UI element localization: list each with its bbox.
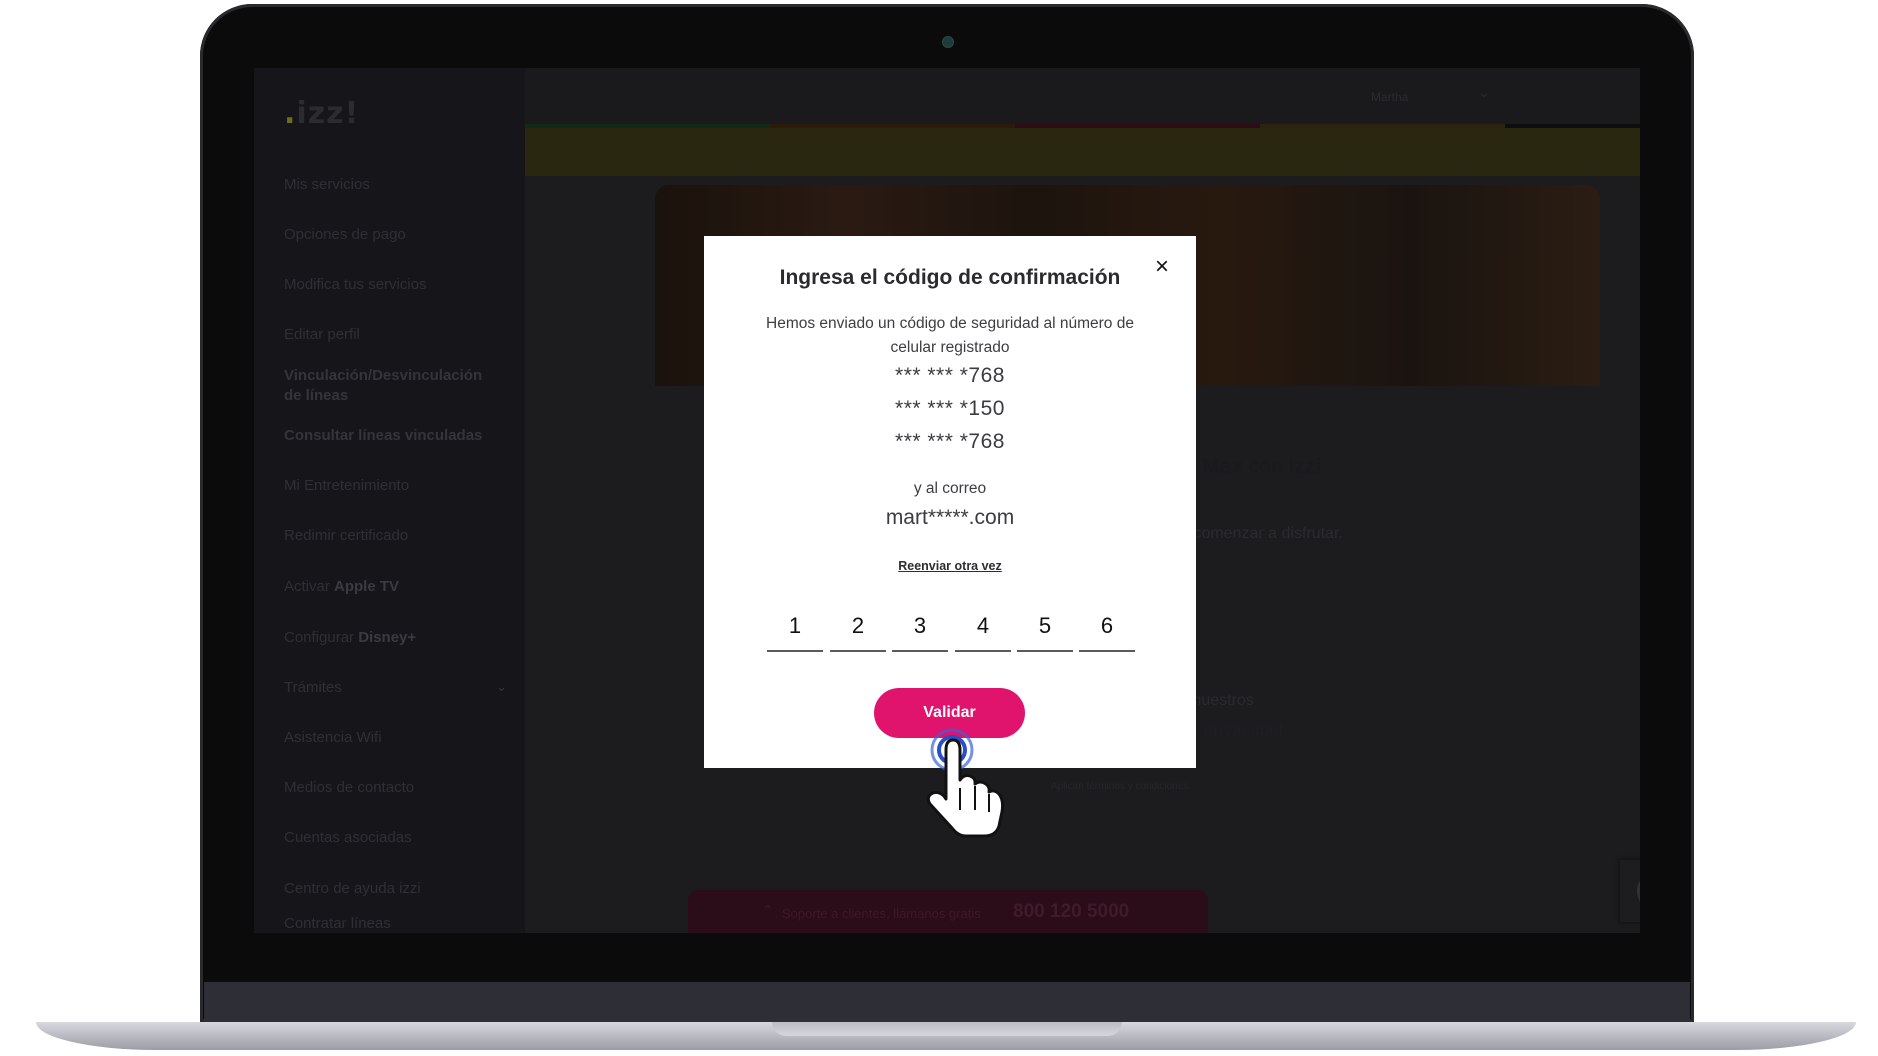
sidebar-item-contratar-lineas[interactable]: Contratar líneas	[284, 915, 391, 932]
privacy-link[interactable]: de privacidad.	[1180, 722, 1288, 740]
code-digit-input[interactable]	[955, 602, 1011, 652]
support-phone[interactable]: 800 120 5000	[1013, 901, 1129, 923]
izzi-logo[interactable]: .izz!	[284, 96, 359, 131]
code-digit-input[interactable]	[1079, 602, 1135, 652]
support-bar[interactable]: ⌃ Soporte a clientes, llámanos gratis 80…	[688, 890, 1208, 933]
resend-link[interactable]: Reenviar otra vez	[704, 559, 1196, 573]
page-text: y comenzar a disfrutar.	[1181, 525, 1343, 542]
mail-label: y al correo	[913, 480, 987, 497]
sidebar-item-centro-ayuda[interactable]: Centro de ayuda izzi	[284, 880, 421, 897]
notice-band	[525, 128, 1640, 176]
page-heading: O Max con izzi	[1180, 455, 1322, 478]
sidebar-item-consultar-lineas[interactable]: Consultar líneas vinculadas	[284, 427, 482, 444]
code-digit-input[interactable]	[1017, 602, 1073, 652]
sidebar-item-modifica-servicios[interactable]: Modifica tus servicios	[284, 276, 427, 293]
sidebar-item-vinculacion-cont[interactable]: de líneas	[284, 387, 348, 404]
hand-cursor-icon	[926, 728, 1005, 838]
sidebar-item-vinculacion[interactable]: Vinculación/Desvinculación	[284, 367, 482, 384]
masked-email: mart*****.com	[885, 506, 1015, 529]
camera-icon	[942, 36, 954, 48]
sidebar-item-activar-apple-tv[interactable]: Activar Apple TV	[284, 578, 399, 595]
code-digit-input[interactable]	[830, 602, 886, 652]
chevron-down-icon[interactable]: ⌄	[496, 679, 507, 695]
masked-phone: *** *** *150	[895, 397, 1005, 420]
sidebar-item-opciones-de-pago[interactable]: Opciones de pago	[284, 226, 406, 243]
terms-text: Aplican términos y condiciones.	[1051, 781, 1192, 792]
sidebar-item-editar-perfil[interactable]: Editar perfil	[284, 326, 360, 343]
confirmation-modal: × Ingresa el código de confirmación Hemo…	[704, 236, 1196, 768]
sidebar-item-cuentas-asociadas[interactable]: Cuentas asociadas	[284, 829, 412, 846]
user-name[interactable]: Martha	[1371, 90, 1408, 104]
masked-phone: *** *** *768	[895, 430, 1005, 453]
sidebar-item-mis-servicios[interactable]: Mis servicios	[284, 176, 370, 193]
sidebar-item-tramites[interactable]: Trámites	[284, 679, 342, 696]
top-bar: Martha ⌄	[525, 68, 1640, 124]
chevron-down-icon[interactable]: ⌄	[1478, 84, 1490, 101]
sidebar-item-asistencia-wifi[interactable]: Asistencia Wifi	[284, 729, 382, 746]
chevron-up-icon: ⌃	[762, 902, 774, 918]
sidebar: .izz! Mis servicios Opciones de pago Mod…	[254, 68, 525, 933]
recaptcha-badge[interactable]	[1620, 860, 1640, 922]
code-digit-input[interactable]	[767, 602, 823, 652]
sidebar-item-configurar-disney[interactable]: Configurar Disney+	[284, 629, 416, 646]
laptop-notch	[772, 1022, 1122, 1036]
masked-phone: *** *** *768	[895, 364, 1005, 387]
sidebar-item-medios-contacto[interactable]: Medios de contacto	[284, 779, 414, 796]
laptop-bezel	[204, 982, 1690, 1022]
modal-description: Hemos enviado un código de seguridad al …	[766, 315, 1134, 356]
sidebar-item-mi-entretenimiento[interactable]: Mi Entretenimiento	[284, 477, 409, 494]
code-digit-input[interactable]	[892, 602, 948, 652]
modal-title: Ingresa el código de confirmación	[779, 266, 1121, 289]
support-text: Soporte a clientes, llámanos gratis	[782, 906, 981, 921]
recaptcha-icon	[1637, 880, 1640, 902]
sidebar-item-redimir-certificado[interactable]: Redimir certificado	[284, 527, 408, 544]
